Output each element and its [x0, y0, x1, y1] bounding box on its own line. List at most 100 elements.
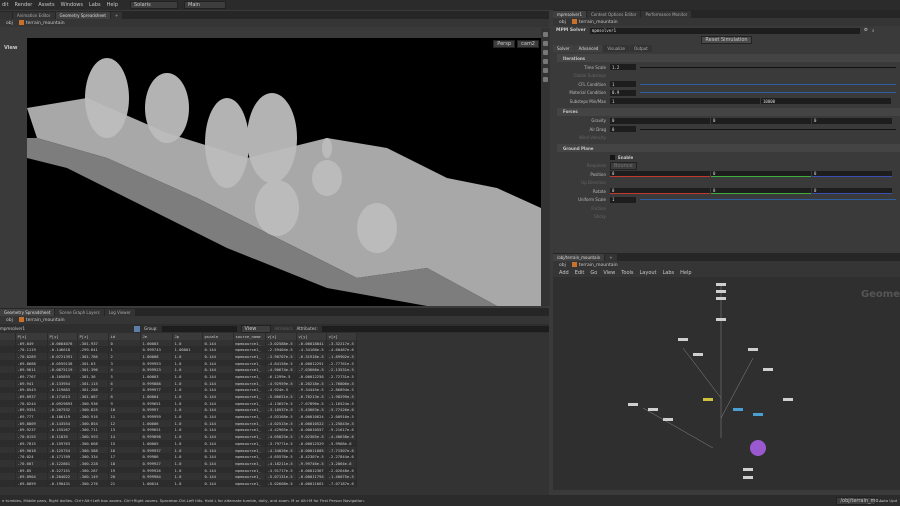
ne-menu-labs[interactable]: Labs [663, 270, 675, 276]
table-row[interactable]: -69.7767 -0.105855 -301.36 5 1.00003 1.0 0.144… [0, 373, 357, 380]
menu-edit[interactable]: dit [2, 2, 9, 8]
ne-menu-go[interactable]: Go [590, 270, 597, 276]
path-root[interactable]: obj [6, 318, 13, 323]
column-header[interactable]: id [108, 333, 141, 340]
section-ground-plane[interactable]: Ground Plane [557, 144, 900, 152]
ne-menu-tools[interactable]: Tools [621, 270, 633, 276]
display-option-icon[interactable] [543, 50, 548, 55]
time-scale-field[interactable]: 1.2 [610, 64, 636, 71]
path-root[interactable]: obj [559, 263, 566, 268]
substeps-max-field[interactable]: 10000 [761, 98, 891, 105]
tab-geometry-spreadsheet[interactable]: Geometry Spreadsheet [55, 12, 110, 19]
tab-prev[interactable] [0, 12, 12, 19]
table-row[interactable]: -69.849 -0.0684076 -301.937 0 1.00003 1.0 0.14… [0, 339, 357, 347]
points-mode-icon[interactable] [134, 325, 140, 332]
rotate-x[interactable]: 0 [610, 188, 710, 195]
column-header[interactable]: pscale [202, 333, 234, 340]
column-header[interactable]: v[z] [326, 333, 357, 340]
ne-menu-layout[interactable]: Layout [640, 270, 657, 276]
table-row[interactable]: -69.9237 -0.155267 -300.711 13 0.999651 1.0 0.… [0, 426, 357, 434]
table-row[interactable]: -70.0244 -0.0929893 -300.936 9 0.999651 1.0 0.… [0, 399, 357, 407]
menu-windows[interactable]: Windows [61, 2, 83, 8]
material-field[interactable]: 0.9 [610, 89, 636, 96]
gravity-z[interactable]: 0 [812, 117, 892, 124]
tab-log-viewer[interactable]: Log Viewer [104, 309, 135, 316]
table-row[interactable]: -70.1119 -0.146618 -299.641 1 0.999743 1.0000… [0, 346, 357, 354]
ne-menu-help[interactable]: Help [680, 270, 691, 276]
viewport-3d[interactable]: Persp cam2 [27, 38, 541, 306]
column-header[interactable]: v[y] [296, 333, 327, 340]
update-mode-button[interactable]: Auto Upd [879, 498, 897, 503]
node-name-field[interactable]: mpmsolver1 [589, 27, 860, 34]
column-header[interactable]: source_name [233, 333, 266, 340]
table-row[interactable]: -69.8543 -0.119883 -301.288 7 0.999977 1.0 0.1… [0, 386, 357, 394]
context-select[interactable]: Main [184, 1, 226, 9]
section-iterations[interactable]: Iterations [557, 54, 900, 62]
position-y[interactable]: 0 [711, 171, 811, 178]
menu-render[interactable]: Render [15, 2, 33, 8]
tab-animation-editor[interactable]: Animation Editor [13, 12, 55, 19]
add-tab-button[interactable]: + [605, 254, 617, 261]
tab-advanced[interactable]: Advanced [574, 45, 603, 52]
tab-mpmsolver1[interactable]: mpmsolver1 [553, 11, 586, 18]
section-forces[interactable]: Forces [557, 107, 900, 116]
group-field[interactable] [161, 325, 237, 332]
intrinsics-button[interactable]: Intrinsics [275, 326, 293, 331]
table-row[interactable]: -69.85 -0.227151 -300.287 19 0.999926 1.0 0.14… [0, 466, 357, 474]
attributes-field[interactable] [321, 325, 549, 332]
air-drag-slider[interactable] [640, 128, 896, 130]
table-row[interactable]: -69.777 -0.186119 -300.916 11 0.999959 1.0 0.1… [0, 413, 357, 420]
rotate-y[interactable]: 0 [711, 188, 811, 195]
table-row[interactable]: -70.0289 -0.0721391 -301.786 2 1.00008 1.0 0.1… [0, 353, 357, 360]
gravity-x[interactable]: 0 [610, 117, 710, 124]
air-drag-field[interactable]: 0 [610, 126, 636, 133]
table-row[interactable]: -69.7815 -0.159763 -300.668 15 1.00005 1.0 0.1… [0, 440, 357, 447]
table-row[interactable]: -69.941 -0.133954 -301.115 6 0.999888 1.0 0.14… [0, 379, 357, 387]
column-header[interactable]: v[x] [265, 333, 297, 340]
display-option-icon[interactable] [543, 32, 548, 37]
menu-assets[interactable]: Assets [38, 2, 54, 8]
substeps-min-field[interactable]: 1 [610, 98, 760, 105]
search-icon[interactable]: ⌕ [872, 28, 875, 34]
gear-icon[interactable]: ⚙ [864, 28, 868, 33]
table-row[interactable]: -69.8688 -0.0559138 -301.63 3 0.999953 1.0 0.1… [0, 359, 357, 367]
table-row[interactable]: -69.8937 -0.171613 -301.087 8 1.00004 1.0 0.14… [0, 393, 357, 400]
rotate-z[interactable]: 0 [812, 188, 892, 195]
path-root[interactable]: obj [559, 20, 566, 25]
table-row[interactable]: -70.0155 -0.11835 -300.593 14 0.999898 1.0 0.1… [0, 433, 357, 440]
table-row[interactable]: -69.9018 -0.125754 -300.588 16 0.999937 1.0 0.… [0, 446, 357, 454]
tab-geometry-spreadsheet[interactable]: Geometry Spreadsheet [0, 309, 55, 316]
menu-help[interactable]: Help [107, 2, 118, 8]
table-row[interactable]: -69.8904 -0.204022 -300.149 20 0.999984 1.0 0.… [0, 473, 357, 481]
status-path[interactable]: /obj/terrain_mo... [836, 496, 883, 505]
path-node[interactable]: terrain_mountain [571, 262, 618, 268]
table-row[interactable]: -69.8859 -0.190431 -300.276 21 1.00014 1.0 0.1… [0, 480, 357, 487]
path-node[interactable]: terrain_mountain [18, 317, 65, 323]
column-header[interactable]: Je [140, 333, 173, 340]
column-header[interactable]: Jp [172, 333, 203, 340]
cfl-slider[interactable] [640, 83, 896, 85]
tab-scene-graph-layers[interactable]: Scene Graph Layers [55, 309, 104, 316]
cfl-field[interactable]: 1 [610, 81, 636, 88]
ne-menu-edit[interactable]: Edit [575, 270, 585, 276]
position-x[interactable]: 0 [610, 171, 710, 178]
enable-checkbox[interactable] [610, 154, 615, 160]
tab-network[interactable]: /obj/terrain_mountain [553, 254, 605, 261]
table-row[interactable]: -69.9611 -0.0875119 -301.396 4 0.999923 1.0 0.… [0, 366, 357, 374]
network-editor[interactable]: /obj/terrain_mountain + obj terrain_mount… [553, 253, 900, 490]
column-header[interactable]: P[y] [47, 333, 78, 340]
add-tab-button[interactable]: + [110, 12, 123, 19]
time-scale-slider[interactable] [640, 66, 896, 68]
position-z[interactable]: 0 [812, 171, 892, 178]
column-header[interactable]: P[z] [77, 333, 109, 340]
desktop-select[interactable]: Solaris [130, 1, 178, 9]
column-header[interactable]: P[x] [15, 333, 48, 340]
display-option-icon[interactable] [543, 77, 548, 82]
path-node[interactable]: terrain_mountain [571, 19, 618, 25]
camera-persp-menu[interactable]: Persp [493, 40, 515, 48]
tab-solver[interactable]: Solver [553, 45, 574, 52]
ne-menu-add[interactable]: Add [559, 270, 569, 276]
response-select[interactable]: Bounce [610, 161, 637, 170]
menu-labs[interactable]: Labs [89, 2, 101, 8]
table-row[interactable]: -69.8809 -0.143554 -300.854 12 1.00006 1.0 0.1… [0, 419, 357, 427]
